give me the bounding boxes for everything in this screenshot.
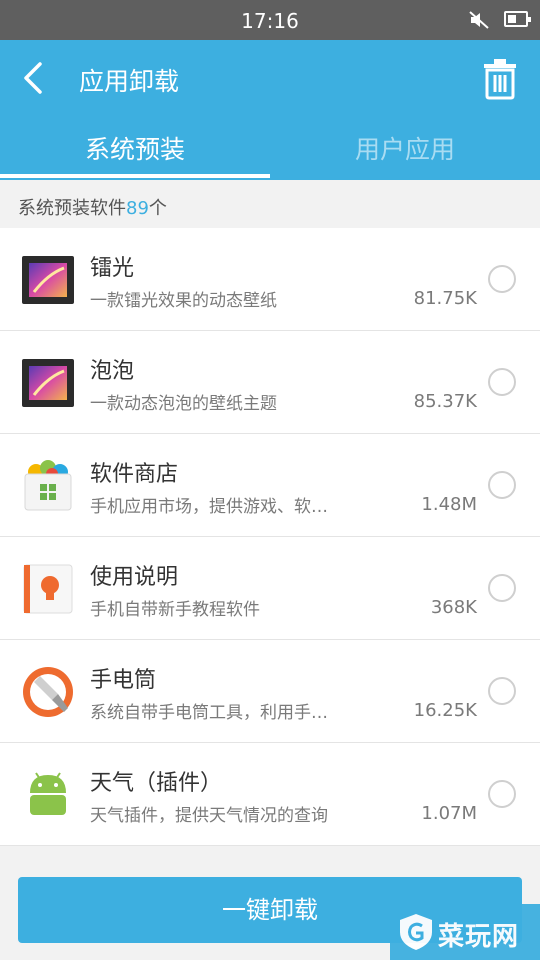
select-checkbox[interactable] bbox=[488, 368, 516, 396]
wallpaper-icon bbox=[22, 359, 74, 407]
status-bar: 17:16 bbox=[0, 0, 540, 40]
watermark-text: 菜玩网 bbox=[438, 922, 520, 952]
app-name: 使用说明 bbox=[90, 565, 179, 590]
watermark: 菜玩网 bbox=[390, 904, 540, 960]
manual-icon bbox=[23, 564, 73, 614]
app-list: 镭光 一款镭光效果的动态壁纸 81.75K 泡泡 一款动态泡泡的壁纸主题 85.… bbox=[0, 228, 540, 846]
app-size: 368K bbox=[430, 597, 477, 618]
battery-icon bbox=[504, 11, 531, 27]
select-checkbox[interactable] bbox=[488, 677, 516, 705]
app-description: 一款动态泡泡的壁纸主题 bbox=[90, 394, 277, 414]
app-size: 16.25K bbox=[413, 700, 477, 721]
list-item[interactable]: 使用说明 手机自带新手教程软件 368K bbox=[0, 537, 540, 640]
app-size: 85.37K bbox=[413, 391, 477, 412]
app-size: 1.48M bbox=[421, 494, 477, 515]
app-size: 1.07M bbox=[421, 803, 477, 824]
app-description: 天气插件，提供天气情况的查询 bbox=[90, 806, 328, 826]
status-time: 17:16 bbox=[241, 9, 299, 33]
mute-icon bbox=[469, 11, 489, 29]
watermark-logo-icon bbox=[400, 914, 432, 950]
app-name: 软件商店 bbox=[90, 462, 179, 487]
trash-icon[interactable] bbox=[480, 58, 520, 100]
app-description: 一款镭光效果的动态壁纸 bbox=[90, 291, 277, 311]
select-checkbox[interactable] bbox=[488, 780, 516, 808]
list-item[interactable]: 手电筒 系统自带手电筒工具，利用手… 16.25K bbox=[0, 640, 540, 743]
select-checkbox[interactable] bbox=[488, 265, 516, 293]
app-header: 应用卸载 系统预装 用户应用 bbox=[0, 40, 540, 180]
select-checkbox[interactable] bbox=[488, 574, 516, 602]
flashlight-icon bbox=[23, 667, 73, 717]
preinstalled-count: 系统预装软件89个 bbox=[18, 194, 167, 220]
app-name: 泡泡 bbox=[90, 359, 135, 384]
tab-indicator bbox=[0, 174, 270, 178]
count-bar: 系统预装软件89个 bbox=[0, 180, 540, 228]
tab-system-preinstalled[interactable]: 系统预装 bbox=[0, 130, 270, 170]
list-item[interactable]: 泡泡 一款动态泡泡的壁纸主题 85.37K bbox=[0, 331, 540, 434]
back-icon[interactable] bbox=[14, 58, 54, 98]
app-description: 手机应用市场，提供游戏、软… bbox=[90, 497, 328, 517]
wallpaper-icon bbox=[22, 256, 74, 304]
tab-user-apps[interactable]: 用户应用 bbox=[270, 130, 540, 170]
app-description: 系统自带手电筒工具，利用手… bbox=[90, 703, 328, 723]
app-name: 天气（插件） bbox=[90, 771, 223, 796]
app-name: 镭光 bbox=[90, 256, 135, 281]
count-number: 89 bbox=[126, 198, 149, 219]
app-store-icon bbox=[24, 460, 72, 511]
list-item[interactable]: 软件商店 手机应用市场，提供游戏、软… 1.48M bbox=[0, 434, 540, 537]
page-title: 应用卸载 bbox=[79, 67, 180, 96]
select-checkbox[interactable] bbox=[488, 471, 516, 499]
count-suffix: 个 bbox=[148, 198, 167, 219]
list-item[interactable]: 天气（插件） 天气插件，提供天气情况的查询 1.07M bbox=[0, 743, 540, 846]
list-item[interactable]: 镭光 一款镭光效果的动态壁纸 81.75K bbox=[0, 228, 540, 331]
app-description: 手机自带新手教程软件 bbox=[90, 600, 260, 620]
app-name: 手电筒 bbox=[90, 668, 157, 693]
android-icon bbox=[30, 772, 66, 815]
app-size: 81.75K bbox=[413, 288, 477, 309]
count-prefix: 系统预装软件 bbox=[18, 198, 126, 219]
